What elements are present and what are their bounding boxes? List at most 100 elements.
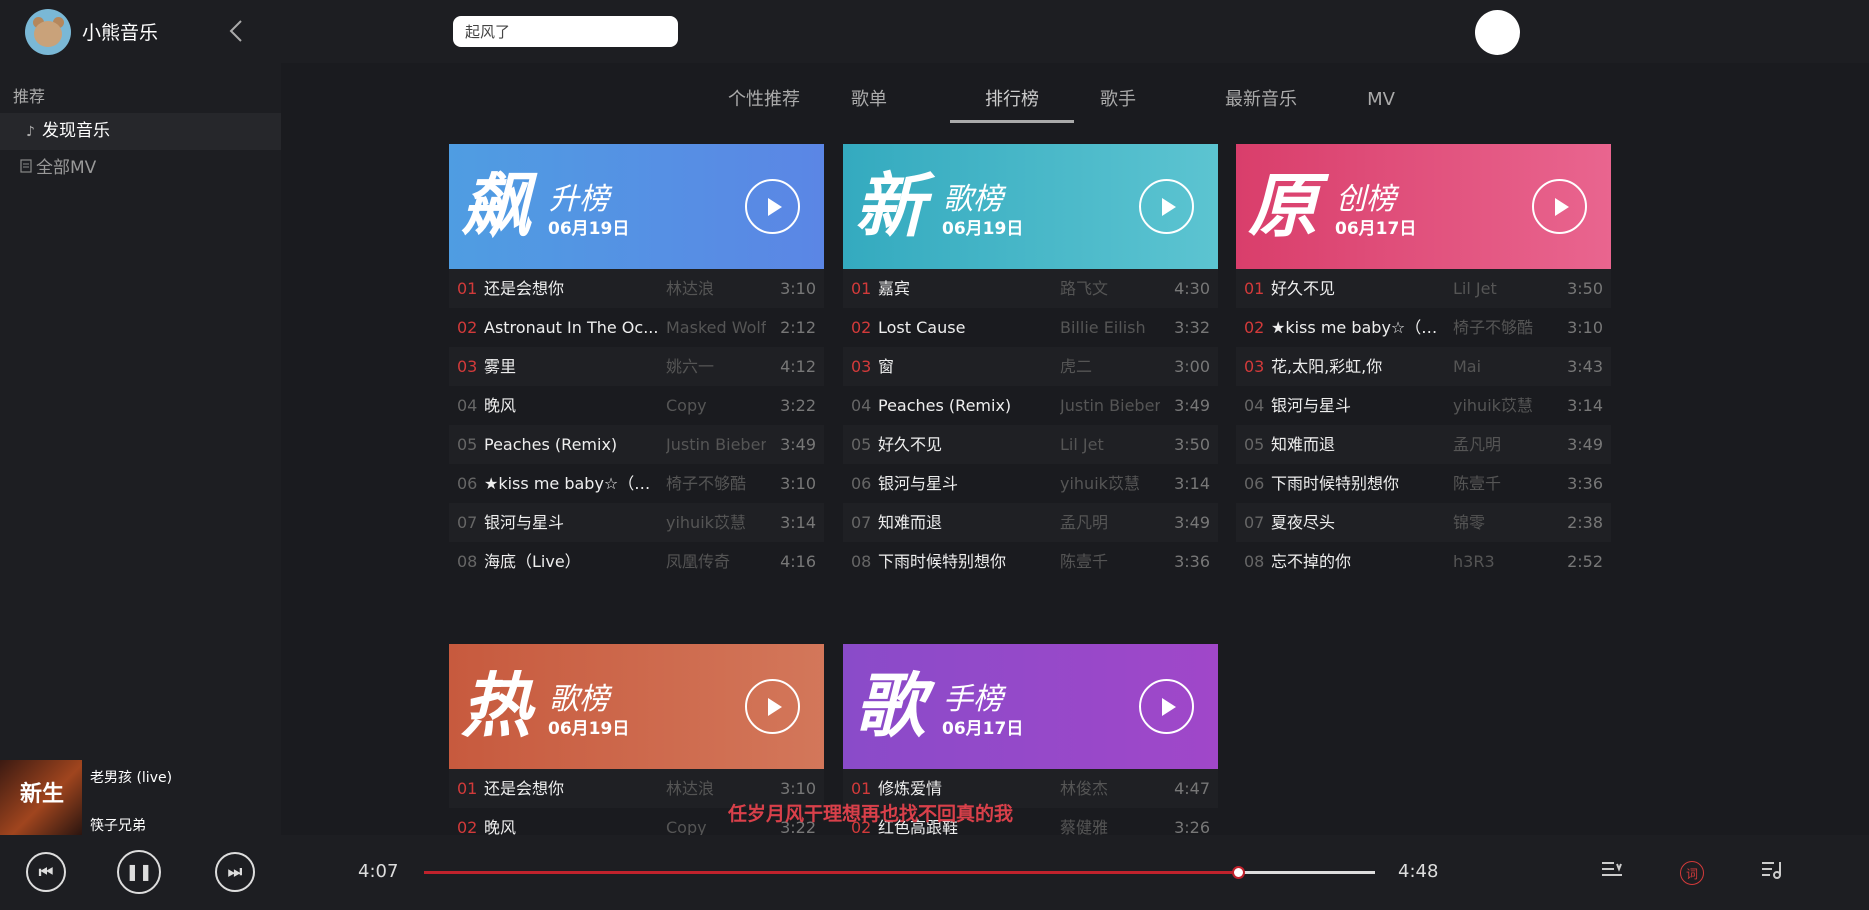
play-icon[interactable]: [745, 679, 800, 734]
table-row[interactable]: 07 知难而退 孟凡明 3:49: [843, 503, 1218, 542]
table-row[interactable]: 02 Lost Cause Billie Eilish 3:32: [843, 308, 1218, 347]
song-artist[interactable]: 锦零: [1453, 503, 1553, 542]
song-artist[interactable]: 林达浪: [666, 269, 766, 308]
user-avatar[interactable]: [1475, 10, 1520, 55]
album-cover[interactable]: 新生: [0, 760, 82, 835]
next-track-icon[interactable]: ⏭: [215, 852, 255, 892]
table-row[interactable]: 02 ★kiss me baby☆（吻... 椅子不够酷 3:10: [1236, 308, 1611, 347]
song-artist[interactable]: 凤凰传奇: [666, 542, 766, 581]
play-icon[interactable]: [1532, 179, 1587, 234]
chart-card-original: 原 创榜 06月17日 01 好久不见 Lil Jet 3:50 02 ★kiss me …: [1236, 144, 1611, 581]
rank-number: 04: [1244, 396, 1265, 415]
sidebar-item-discover[interactable]: ♪ 发现音乐: [0, 113, 281, 150]
song-artist[interactable]: Justin Bieber: [1060, 386, 1160, 425]
tab-charts[interactable]: 排行榜: [950, 83, 1074, 123]
table-row[interactable]: 07 银河与星斗 yihuik苡慧 3:14: [449, 503, 824, 542]
song-artist[interactable]: h3R3: [1453, 542, 1553, 581]
now-playing-artist: 筷子兄弟: [90, 818, 146, 834]
song-title: 好久不见: [878, 435, 943, 454]
song-artist[interactable]: 陈壹千: [1453, 464, 1553, 503]
song-artist[interactable]: yihuik苡慧: [1453, 386, 1553, 425]
song-title: 夏夜尽头: [1271, 513, 1336, 532]
chart-banner[interactable]: 歌 手榜 06月17日: [843, 644, 1218, 769]
progress-slider[interactable]: [424, 866, 1375, 879]
song-artist[interactable]: 孟凡明: [1060, 503, 1160, 542]
table-row[interactable]: 07 夏夜尽头 锦零 2:38: [1236, 503, 1611, 542]
song-title: Lost Cause: [878, 318, 966, 337]
song-artist[interactable]: 虎二: [1060, 347, 1160, 386]
song-artist[interactable]: yihuik苡慧: [1060, 464, 1160, 503]
now-playing[interactable]: 新生 老男孩 (live) 筷子兄弟: [0, 760, 281, 835]
table-row[interactable]: 05 知难而退 孟凡明 3:49: [1236, 425, 1611, 464]
tab-artists[interactable]: 歌手: [1092, 83, 1144, 123]
song-artist[interactable]: yihuik苡慧: [666, 503, 766, 542]
song-duration: 3:36: [1174, 552, 1210, 571]
total-time: 4:48: [1398, 861, 1439, 882]
tab-mv[interactable]: MV: [1356, 83, 1406, 123]
table-row[interactable]: 05 好久不见 Lil Jet 3:50: [843, 425, 1218, 464]
previous-track-icon[interactable]: ⏮: [26, 852, 66, 892]
table-row[interactable]: 01 还是会想你 林达浪 3:10: [449, 269, 824, 308]
chart-rows: 01 还是会想你 林达浪 3:10 02 Astronaut In The Oc... Ma…: [449, 269, 824, 581]
table-row[interactable]: 03 花,太阳,彩虹,你 Mai 3:43: [1236, 347, 1611, 386]
playlist-icon[interactable]: [1598, 859, 1626, 887]
tab-new-music[interactable]: 最新音乐: [1224, 83, 1298, 123]
song-artist[interactable]: Justin Bieber: [666, 425, 766, 464]
app-name: 小熊音乐: [82, 22, 159, 44]
song-duration: 3:32: [1174, 318, 1210, 337]
table-row[interactable]: 08 忘不掉的你 h3R3 2:52: [1236, 542, 1611, 581]
song-artist[interactable]: 陈壹千: [1060, 542, 1160, 581]
chart-banner[interactable]: 热 歌榜 06月19日: [449, 644, 824, 769]
song-artist[interactable]: 孟凡明: [1453, 425, 1553, 464]
rank-number: 02: [1244, 318, 1265, 337]
play-icon[interactable]: [1139, 179, 1194, 234]
tab-playlists[interactable]: 歌单: [843, 83, 895, 123]
table-row[interactable]: 08 海底（Live） 凤凰传奇 4:16: [449, 542, 824, 581]
song-artist[interactable]: 椅子不够酷: [666, 464, 766, 503]
table-row[interactable]: 04 银河与星斗 yihuik苡慧 3:14: [1236, 386, 1611, 425]
song-duration: 3:14: [780, 513, 816, 532]
song-duration: 3:50: [1174, 435, 1210, 454]
table-row[interactable]: 06 银河与星斗 yihuik苡慧 3:14: [843, 464, 1218, 503]
song-artist[interactable]: Masked Wolf: [666, 308, 766, 347]
progress-fill: [424, 871, 1239, 874]
sidebar-item-all-mv[interactable]: 全部MV: [0, 150, 281, 187]
pause-icon[interactable]: ❚❚: [117, 850, 161, 894]
chart-banner[interactable]: 新 歌榜 06月19日: [843, 144, 1218, 269]
queue-icon[interactable]: [1758, 859, 1786, 887]
song-artist[interactable]: Copy: [666, 386, 766, 425]
tab-personal[interactable]: 个性推荐: [727, 83, 801, 123]
song-artist[interactable]: Billie Eilish: [1060, 308, 1160, 347]
table-row[interactable]: 04 Peaches (Remix) Justin Bieber 3:49: [843, 386, 1218, 425]
song-artist[interactable]: 椅子不够酷: [1453, 308, 1553, 347]
song-artist[interactable]: Lil Jet: [1060, 425, 1160, 464]
back-arrow-icon[interactable]: [226, 18, 248, 44]
progress-knob[interactable]: [1232, 866, 1245, 879]
lyrics-toggle-icon[interactable]: 词: [1680, 861, 1704, 885]
table-row[interactable]: 05 Peaches (Remix) Justin Bieber 3:49: [449, 425, 824, 464]
table-row[interactable]: 01 好久不见 Lil Jet 3:50: [1236, 269, 1611, 308]
table-row[interactable]: 03 窗 虎二 3:00: [843, 347, 1218, 386]
search-input[interactable]: [453, 16, 678, 47]
song-duration: 3:10: [780, 474, 816, 493]
rank-number: 07: [1244, 513, 1265, 532]
table-row[interactable]: 06 下雨时候特别想你 陈壹千 3:36: [1236, 464, 1611, 503]
chart-banner[interactable]: 原 创榜 06月17日: [1236, 144, 1611, 269]
play-icon[interactable]: [1139, 679, 1194, 734]
song-artist[interactable]: Mai: [1453, 347, 1553, 386]
song-title: 知难而退: [878, 513, 943, 532]
song-artist[interactable]: 姚六一: [666, 347, 766, 386]
chart-date: 06月17日: [942, 719, 1024, 739]
play-icon[interactable]: [745, 179, 800, 234]
table-row[interactable]: 03 雾里 姚六一 4:12: [449, 347, 824, 386]
table-row[interactable]: 06 ★kiss me baby☆（吻... 椅子不够酷 3:10: [449, 464, 824, 503]
table-row[interactable]: 01 嘉宾 路飞文 4:30: [843, 269, 1218, 308]
table-row[interactable]: 04 晚风 Copy 3:22: [449, 386, 824, 425]
song-artist[interactable]: 路飞文: [1060, 269, 1160, 308]
song-artist[interactable]: 蔡健雅: [1060, 808, 1160, 835]
table-row[interactable]: 08 下雨时候特别想你 陈壹千 3:36: [843, 542, 1218, 581]
song-artist[interactable]: Lil Jet: [1453, 269, 1553, 308]
chart-banner[interactable]: 飙 升榜 06月19日: [449, 144, 824, 269]
song-artist[interactable]: 林俊杰: [1060, 769, 1160, 808]
table-row[interactable]: 02 Astronaut In The Oc... Masked Wolf 2:12: [449, 308, 824, 347]
